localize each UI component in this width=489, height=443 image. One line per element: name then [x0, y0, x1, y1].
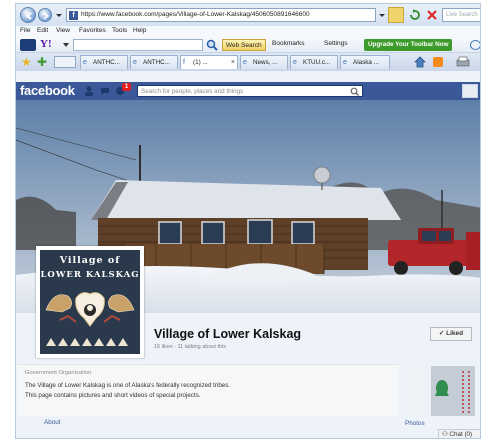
page-description-line-2: This page contains pictures and short vi… — [25, 392, 201, 399]
messages-icon[interactable] — [100, 86, 110, 96]
ie-page-icon: e — [243, 59, 247, 66]
profile-photo[interactable]: Village of LOWER KALSKAG — [36, 246, 144, 358]
tab-label: Alaska ... — [353, 59, 379, 66]
menu-bar: File Edit View Favorites Tools Help — [16, 26, 480, 37]
tab-label: News, ... — [253, 59, 278, 66]
browser-window: f https://www.facebook.com/pages/Village… — [15, 3, 481, 439]
menu-edit[interactable]: Edit — [37, 27, 48, 34]
web-search-button[interactable]: Web Search — [222, 39, 266, 51]
facebook-favicon-icon: f — [69, 11, 78, 20]
ie-page-icon: e — [293, 59, 297, 66]
page-stats: 16 likes · 11 talking about this — [154, 344, 227, 350]
add-favorite-icon[interactable]: ✚ — [37, 55, 47, 69]
forward-button[interactable] — [38, 8, 52, 22]
tab-label: KTUU.c... — [303, 59, 331, 66]
facebook-search-input[interactable]: Search for people, places and things — [137, 85, 363, 97]
url-text: https://www.facebook.com/pages/Village-o… — [81, 11, 310, 18]
page-title: Village of Lower Kalskag — [154, 327, 302, 341]
facebook-header: facebook 1 Search for people, places and… — [16, 82, 480, 100]
photos-link[interactable]: Photos — [405, 420, 425, 427]
facebook-logo[interactable]: facebook — [20, 83, 75, 98]
print-icon[interactable] — [456, 56, 470, 68]
tab-label: (1) ... — [193, 59, 208, 66]
favorites-star-icon[interactable]: ★ — [21, 55, 32, 69]
facebook-search-placeholder: Search for people, places and things — [141, 88, 244, 95]
notification-badge: 1 — [122, 83, 131, 91]
messenger-icon[interactable] — [470, 40, 480, 50]
liked-button[interactable]: ✓ Liked — [430, 327, 472, 341]
yahoo-dropdown-icon[interactable] — [63, 43, 69, 47]
ie-page-icon: e — [343, 59, 347, 66]
tab-anthc-2[interactable]: e ANTHC... — [130, 55, 178, 69]
menu-view[interactable]: View — [56, 27, 70, 34]
rss-feed-icon[interactable] — [433, 57, 443, 67]
tab-anthc-1[interactable]: e ANTHC... — [80, 55, 128, 69]
menu-tools[interactable]: Tools — [112, 27, 127, 34]
tab-label: ANTHC... — [93, 59, 120, 66]
tab-label: ANTHC... — [143, 59, 170, 66]
back-arrow-icon — [25, 12, 32, 20]
forward-arrow-icon — [43, 12, 50, 20]
ie-page-icon: e — [83, 59, 87, 66]
about-link[interactable]: About — [44, 419, 60, 426]
photos-thumbnail[interactable] — [403, 366, 475, 416]
yahoo-search-input[interactable] — [73, 39, 203, 51]
lock-icon[interactable] — [388, 7, 404, 23]
tab-ktuu[interactable]: e KTUU.c... — [290, 55, 338, 69]
settings-button[interactable]: Settings — [324, 40, 348, 47]
tab-news[interactable]: e News, ... — [240, 55, 288, 69]
address-bar-row: f https://www.facebook.com/pages/Village… — [16, 4, 480, 26]
url-dropdown-icon[interactable] — [378, 9, 386, 21]
menu-favorites[interactable]: Favorites — [79, 27, 106, 34]
friend-requests-icon[interactable] — [84, 86, 94, 96]
stop-icon[interactable] — [425, 8, 439, 22]
tab-facebook-active[interactable]: f (1) ... × — [180, 55, 238, 69]
yahoo-logo[interactable]: Y! — [40, 38, 52, 50]
facebook-tab-icon: f — [183, 59, 185, 66]
page-description-line-1: The Village of Lower Kalskag is one of A… — [25, 382, 231, 389]
url-input[interactable]: f https://www.facebook.com/pages/Village… — [66, 8, 376, 22]
yahoo-toolbar: Y! Web Search Bookmarks Settings Upgrade… — [16, 37, 480, 53]
search-icon[interactable] — [206, 39, 218, 51]
live-search-input[interactable]: Live Search — [442, 8, 480, 22]
upgrade-toolbar-button[interactable]: Upgrade Your Toolbar Now — [364, 39, 453, 51]
page-category: Government Organization — [25, 370, 92, 376]
tab-alaska[interactable]: e Alaska ... — [340, 55, 390, 69]
chat-button[interactable]: ⚇ Chat (0) — [438, 429, 480, 438]
refresh-icon[interactable] — [408, 8, 422, 22]
eye-icon[interactable] — [20, 39, 36, 51]
live-search-placeholder: Live Search — [446, 12, 478, 18]
search-icon[interactable] — [350, 87, 359, 96]
menu-file[interactable]: File — [20, 27, 30, 34]
bookmarks-button[interactable]: Bookmarks — [272, 40, 305, 47]
user-avatar[interactable] — [462, 84, 478, 98]
village-seal-image: Village of LOWER KALSKAG — [40, 250, 140, 354]
ie-page-icon: e — [133, 59, 137, 66]
back-button[interactable] — [20, 7, 36, 23]
menu-help[interactable]: Help — [133, 27, 146, 34]
home-icon[interactable] — [413, 55, 427, 69]
quick-tabs-button[interactable] — [54, 56, 76, 68]
village-seal-emblem-icon — [45, 292, 135, 346]
close-tab-icon[interactable]: × — [231, 56, 235, 69]
photos-thumbnail-image — [403, 366, 475, 416]
chat-label: Chat (0) — [449, 431, 473, 438]
history-dropdown-icon[interactable] — [55, 10, 63, 20]
about-section: Government Organization The Village of L… — [17, 364, 399, 416]
tabs-row: ★ ✚ e ANTHC... e ANTHC... f (1) ... × e News,… — [16, 53, 480, 71]
